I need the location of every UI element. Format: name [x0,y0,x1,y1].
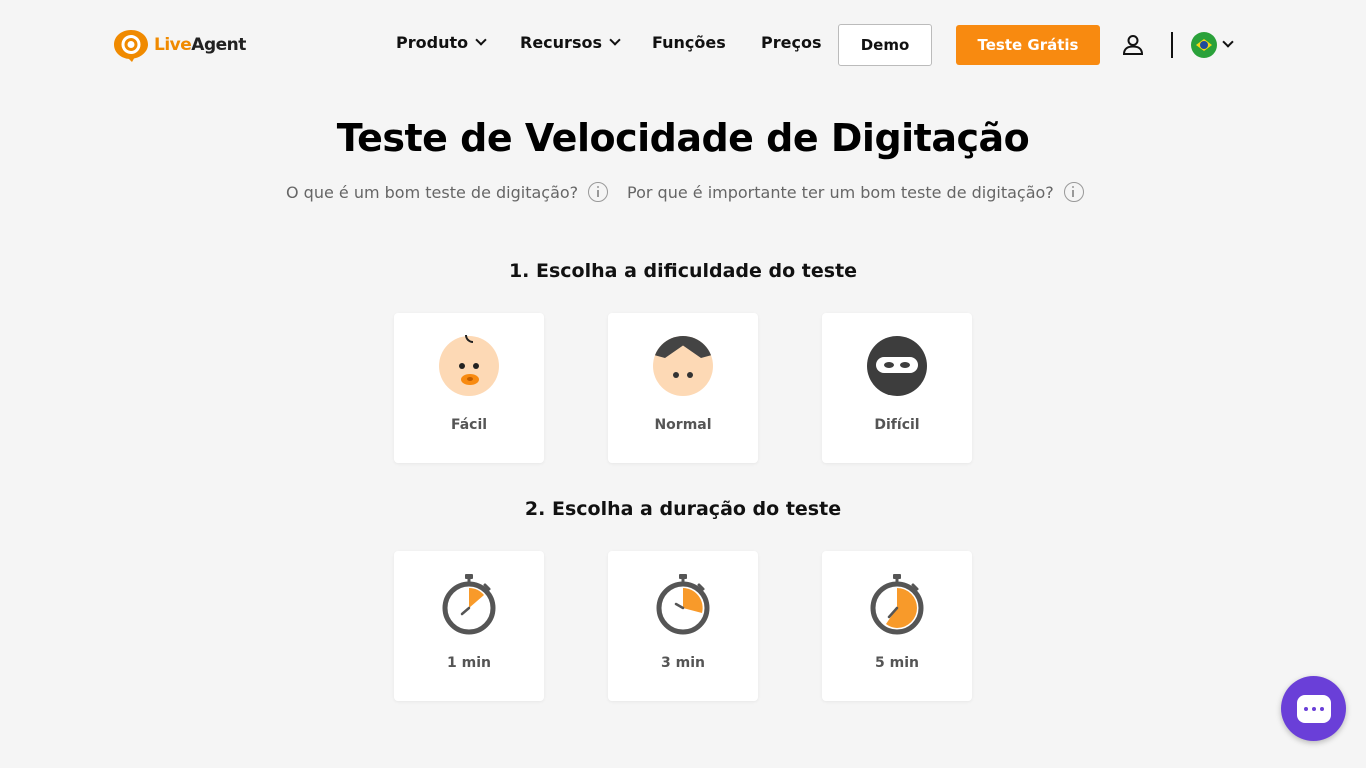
stopwatch-1min-icon [438,573,500,635]
user-icon[interactable] [1122,34,1144,56]
duration-3min-label: 3 min [661,655,705,671]
chevron-down-icon [475,34,487,46]
nav-produto-label: Produto [396,33,469,52]
duration-5min-card[interactable]: 5 min [822,551,972,701]
chevron-down-icon [609,34,621,46]
liveagent-logo-icon [114,30,148,62]
nav-produto[interactable]: Produto [396,33,487,52]
difficulty-easy-card[interactable]: Fácil [394,313,544,463]
liveagent-logo[interactable]: LiveAgent [112,28,246,62]
logo-text-live: Live [154,35,192,55]
nav-funcoes[interactable]: Funções [652,33,726,52]
logo-text-agent: Agent [191,35,246,55]
duration-1min-label: 1 min [447,655,491,671]
stopwatch-3min-icon [652,573,714,635]
demo-button[interactable]: Demo [838,24,932,66]
step-1-title: 1. Escolha a dificuldade do teste [508,260,858,282]
header-divider [1171,32,1173,58]
free-trial-button[interactable]: Teste Grátis [956,25,1100,65]
difficulty-hard-label: Difícil [874,417,920,433]
nav-precos-label: Preços [761,33,822,52]
difficulty-easy-label: Fácil [450,417,488,433]
step-2-title: 2. Escolha a duração do teste [524,498,842,520]
nav-recursos-label: Recursos [520,33,602,52]
info-icon[interactable] [1063,182,1084,202]
difficulty-normal-card[interactable]: Normal [608,313,758,463]
nav-precos[interactable]: Preços [761,33,821,52]
question-why-important-label: Por que é importante ter um bom teste de… [627,182,1054,202]
person-face-icon [652,335,714,397]
chat-widget-button[interactable] [1281,676,1346,741]
chat-bubble-icon [1296,694,1331,723]
stopwatch-5min-icon [866,573,928,635]
nav-funcoes-label: Funções [652,33,726,52]
question-good-typing-test-label: O que é um bom teste de digitação? [286,182,579,202]
info-icon[interactable] [588,182,609,202]
language-chevron-down-icon[interactable] [1222,36,1234,48]
difficulty-normal-label: Normal [654,417,712,433]
question-good-typing-test[interactable]: O que é um bom teste de digitação? [286,182,609,202]
brazil-flag-icon[interactable] [1191,32,1217,58]
difficulty-hard-card[interactable]: Difícil [822,313,972,463]
question-why-important[interactable]: Por que é importante ter um bom teste de… [627,182,1084,202]
nav-recursos[interactable]: Recursos [520,33,621,52]
site-header: LiveAgent Produto Recursos Funções Preço… [0,0,1366,90]
baby-face-icon [438,335,500,397]
duration-1min-card[interactable]: 1 min [394,551,544,701]
ninja-face-icon [866,335,928,397]
duration-3min-card[interactable]: 3 min [608,551,758,701]
page-title: Teste de Velocidade de Digitação [336,116,1030,160]
duration-5min-label: 5 min [875,655,919,671]
